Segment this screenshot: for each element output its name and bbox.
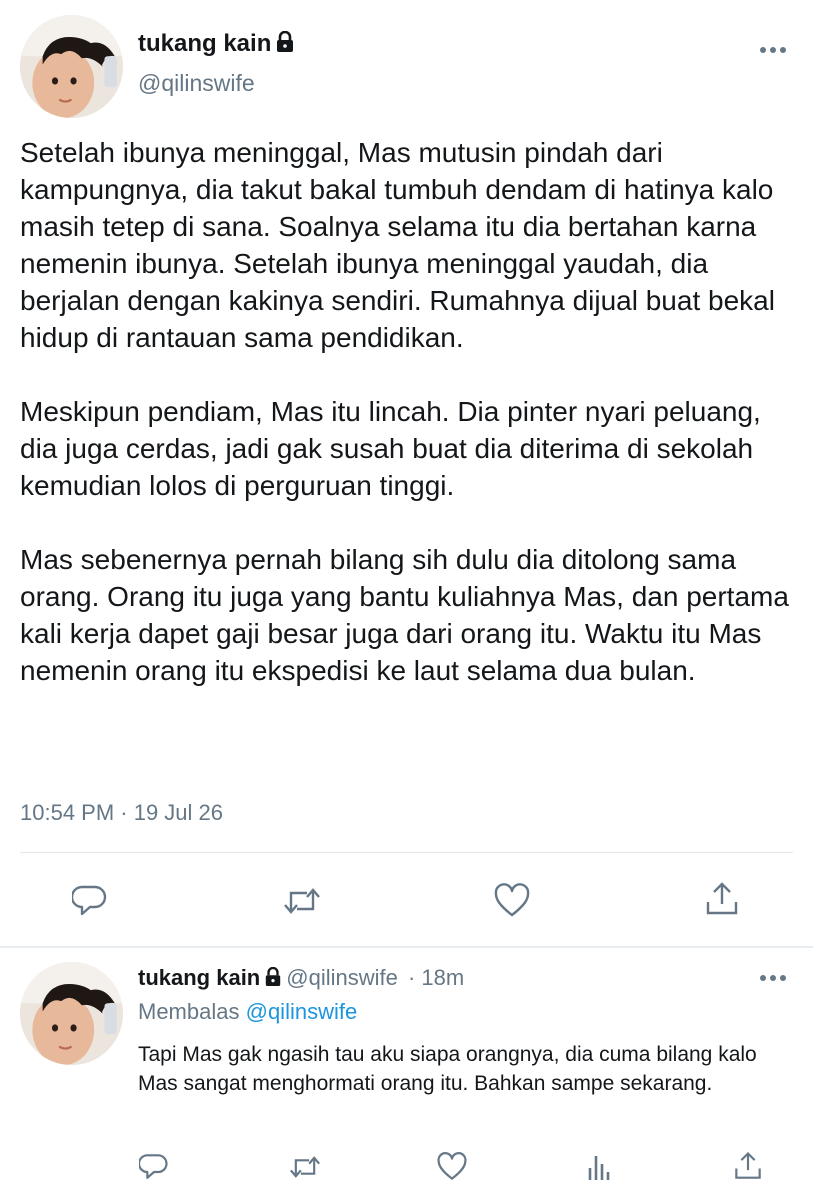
reply-icon[interactable] — [70, 881, 110, 921]
analytics-icon[interactable] — [580, 1147, 620, 1187]
divider — [20, 852, 793, 853]
tweet-text: Setelah ibunya meninggal, Mas mutusin pi… — [20, 134, 805, 689]
replying-to-link[interactable]: @qilinswife — [246, 999, 358, 1024]
lock-icon — [275, 30, 295, 60]
reply-header: tukang kain @qilinswife · 18m — [138, 965, 464, 993]
paragraph-spacer — [20, 504, 805, 541]
tweet-paragraph: Mas sebenernya pernah bilang sih dulu di… — [20, 544, 789, 686]
reply-author-avatar[interactable] — [20, 962, 123, 1065]
like-icon[interactable] — [432, 1147, 472, 1187]
share-icon[interactable] — [728, 1146, 768, 1186]
replying-to: Membalas @qilinswife — [138, 999, 357, 1025]
reply-text: Tapi Mas gak ngasih tau aku siapa orangn… — [138, 1043, 757, 1095]
author-name-text[interactable]: tukang kain — [138, 30, 271, 57]
more-options-icon[interactable] — [758, 42, 788, 58]
paragraph-spacer — [20, 356, 805, 393]
lock-icon — [264, 966, 282, 993]
reply-author-name[interactable]: tukang kain — [138, 965, 260, 990]
author-name[interactable]: tukang kain — [138, 30, 295, 60]
retweet-icon[interactable] — [285, 1147, 325, 1187]
tweet-paragraph: Setelah ibunya meninggal, Mas mutusin pi… — [20, 137, 775, 353]
like-icon[interactable] — [492, 881, 532, 921]
reply-time[interactable]: · 18m — [408, 965, 464, 990]
reply-more-options-icon[interactable] — [758, 970, 788, 986]
author-avatar[interactable] — [20, 15, 123, 118]
tweet-timestamp[interactable]: 10:54 PM · 19 Jul 26 — [20, 800, 223, 826]
section-divider — [0, 946, 813, 948]
reply-author-handle[interactable]: @qilinswife — [286, 965, 398, 990]
tweet-paragraph: Meskipun pendiam, Mas itu lincah. Dia pi… — [20, 396, 761, 501]
retweet-icon[interactable] — [282, 881, 322, 921]
share-icon[interactable] — [702, 879, 742, 919]
reply-icon[interactable] — [134, 1147, 174, 1187]
author-handle[interactable]: @qilinswife — [138, 70, 255, 97]
replying-label: Membalas — [138, 999, 240, 1024]
